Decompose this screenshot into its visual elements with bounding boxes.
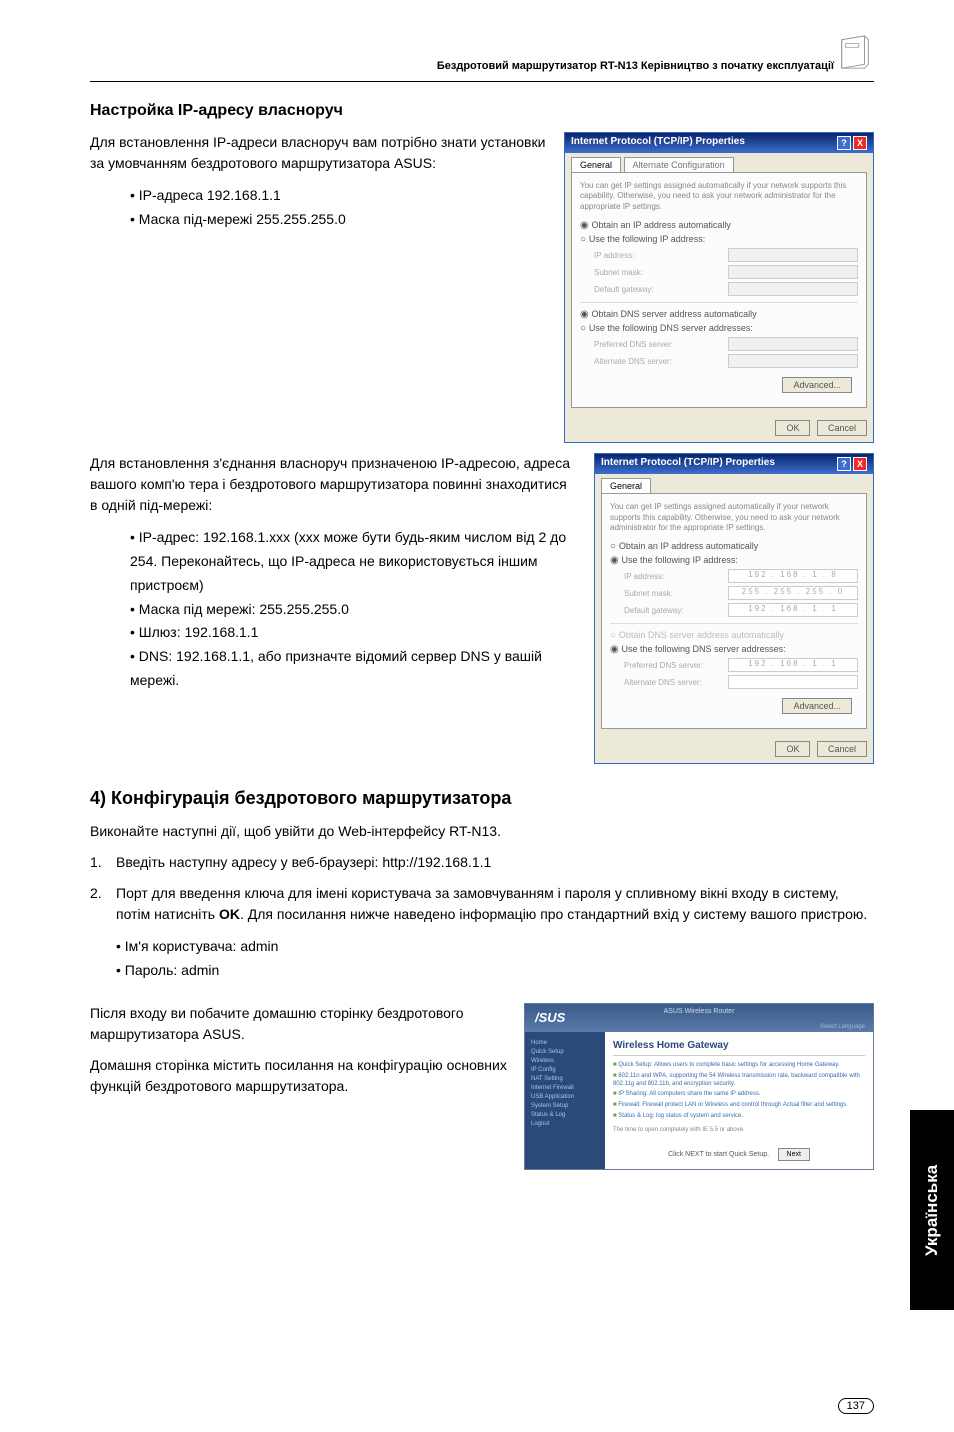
list-item: Маска під мережі: 255.255.255.0 <box>130 598 578 622</box>
list-item: DNS: 192.168.1.1, або призначте відомий … <box>130 645 578 693</box>
router-sidebar: Home Quick Setup Wireless IP Config NAT … <box>525 1032 605 1169</box>
router-bullet: Quick Setup: Allows users to complete ba… <box>613 1062 865 1070</box>
radio-obtain-dns[interactable]: Obtain DNS server address automatically <box>580 309 858 320</box>
gateway-input[interactable]: 192 . 168 . 1 . 1 <box>728 603 858 617</box>
tcpip-dialog-auto: Internet Protocol (TCP/IP) Properties ? … <box>564 132 874 443</box>
router-para2: Домашня сторінка містить посилання на ко… <box>90 1055 508 1097</box>
list-item: Шлюз: 192.168.1.1 <box>130 621 578 645</box>
radio-obtain-ip[interactable]: Obtain an IP address automatically <box>610 541 858 552</box>
router-bullet: Firewall: Firewall protect LAN or Wirele… <box>613 1102 865 1110</box>
subnet-input <box>728 265 858 279</box>
section1-title: Настройка IP-адресу власноруч <box>90 102 874 120</box>
radio-obtain-dns: Obtain DNS server address automatically <box>610 630 858 641</box>
ip-label: IP address: <box>624 572 664 581</box>
advanced-button[interactable]: Advanced... <box>782 377 852 393</box>
cancel-button[interactable]: Cancel <box>817 741 867 757</box>
router-bullet: Status & Log: log status of system and s… <box>613 1113 865 1121</box>
page-header: Бездротовий маршрутизатор RT-N13 Керівни… <box>90 60 874 82</box>
router-para1: Після входу ви побачите домашню сторінку… <box>90 1003 508 1045</box>
close-icon[interactable]: X <box>853 457 867 471</box>
ip-input[interactable]: 192 . 168 . 1 . 8 <box>728 569 858 583</box>
cancel-button[interactable]: Cancel <box>817 420 867 436</box>
dialog-desc: You can get IP settings assigned automat… <box>610 502 858 533</box>
tab-general[interactable]: General <box>601 478 651 493</box>
alt-dns-label: Alternate DNS server: <box>594 357 672 366</box>
dialog-desc: You can get IP settings assigned automat… <box>580 181 858 212</box>
sidebar-item[interactable]: Status & Log <box>531 1112 599 1118</box>
router-bullet: 802.11n and WPA, supporting the 54 Wirel… <box>613 1073 865 1089</box>
ok-button[interactable]: OK <box>775 741 810 757</box>
step-text: Порт для введення ключа для імені корист… <box>116 883 874 925</box>
tab-general[interactable]: General <box>571 157 621 172</box>
sidebar-item[interactable]: System Setup <box>531 1103 599 1109</box>
list-item: Маска під-мережі 255.255.255.0 <box>130 208 548 232</box>
advanced-button[interactable]: Advanced... <box>782 698 852 714</box>
subnet-input[interactable]: 255 . 255 . 255 . 0 <box>728 586 858 600</box>
router-top-title: ASUS Wireless Router <box>664 1008 735 1015</box>
sidebar-item[interactable]: Home <box>531 1040 599 1046</box>
router-note: The time to open completely with IE 5.5 … <box>613 1127 865 1133</box>
gateway-label: Default gateway: <box>624 606 684 615</box>
pref-dns-input[interactable]: 192 . 168 . 1 . 1 <box>728 658 858 672</box>
subnet-label: Subnet mask: <box>624 589 673 598</box>
step-text: Введіть наступну адресу у веб-браузері: … <box>116 852 874 873</box>
header-title: Бездротовий маршрутизатор RT-N13 Керівни… <box>437 60 834 72</box>
list-item: IP-адрес: 192.168.1.xxx (xxx може бути б… <box>130 526 578 597</box>
sidebar-item[interactable]: Logout <box>531 1121 599 1127</box>
brand-logo: /SUS <box>535 1010 565 1025</box>
ip-label: IP address: <box>594 251 634 260</box>
router-next-text: Click NEXT to start Quick Setup. <box>668 1151 769 1158</box>
help-icon[interactable]: ? <box>837 136 851 150</box>
list-item: IP-адреса 192.168.1.1 <box>130 184 548 208</box>
subnet-label: Subnet mask: <box>594 268 643 277</box>
radio-obtain-ip[interactable]: Obtain an IP address automatically <box>580 220 858 231</box>
section3-heading: 4) Конфігурація бездротового маршрутизат… <box>90 788 874 809</box>
dialog-title: Internet Protocol (TCP/IP) Properties <box>601 457 775 471</box>
sidebar-item[interactable]: NAT Setting <box>531 1076 599 1082</box>
sidebar-item[interactable]: USB Application <box>531 1094 599 1100</box>
router-bullet: IP Sharing: All computers share the same… <box>613 1091 865 1099</box>
sidebar-item[interactable]: Wireless <box>531 1058 599 1064</box>
router-homepage: /SUS ASUS Wireless Router Select Languag… <box>524 1003 874 1170</box>
alt-dns-input[interactable] <box>728 675 858 689</box>
section2-para: Для встановлення з'єднання власноруч при… <box>90 453 578 516</box>
sidebar-item[interactable]: IP Config <box>531 1067 599 1073</box>
dialog-title: Internet Protocol (TCP/IP) Properties <box>571 136 745 150</box>
ip-input <box>728 248 858 262</box>
step-number: 1. <box>90 852 116 873</box>
pref-dns-label: Preferred DNS server: <box>594 340 673 349</box>
help-icon[interactable]: ? <box>837 457 851 471</box>
list-item: Ім'я користувача: admin <box>116 935 874 959</box>
sidebar-item[interactable]: Quick Setup <box>531 1049 599 1055</box>
radio-use-ip[interactable]: Use the following IP address: <box>580 234 858 245</box>
next-button[interactable]: Next <box>778 1148 810 1161</box>
alt-dns-input <box>728 354 858 368</box>
lang-select[interactable]: Select Language <box>820 1024 865 1030</box>
alt-dns-label: Alternate DNS server: <box>624 678 702 687</box>
pref-dns-input <box>728 337 858 351</box>
page-number: 137 <box>838 1398 874 1414</box>
radio-use-dns[interactable]: Use the following DNS server addresses: <box>610 644 858 655</box>
computer-icon <box>836 32 874 79</box>
section1-para: Для встановлення IP-адреси власноруч вам… <box>90 132 548 174</box>
tcpip-dialog-manual: Internet Protocol (TCP/IP) Properties ? … <box>594 453 874 764</box>
gateway-label: Default gateway: <box>594 285 654 294</box>
tab-alternate[interactable]: Alternate Configuration <box>624 157 734 172</box>
radio-use-ip[interactable]: Use the following IP address: <box>610 555 858 566</box>
router-main-title: Wireless Home Gateway <box>613 1040 865 1056</box>
section3-intro: Виконайте наступні дії, щоб увійти до We… <box>90 821 874 842</box>
list-item: Пароль: admin <box>116 959 874 983</box>
radio-use-dns[interactable]: Use the following DNS server addresses: <box>580 323 858 334</box>
pref-dns-label: Preferred DNS server: <box>624 661 703 670</box>
gateway-input <box>728 282 858 296</box>
sidebar-item[interactable]: Internet Firewall <box>531 1085 599 1091</box>
close-icon[interactable]: X <box>853 136 867 150</box>
step-number: 2. <box>90 883 116 925</box>
ok-button[interactable]: OK <box>775 420 810 436</box>
